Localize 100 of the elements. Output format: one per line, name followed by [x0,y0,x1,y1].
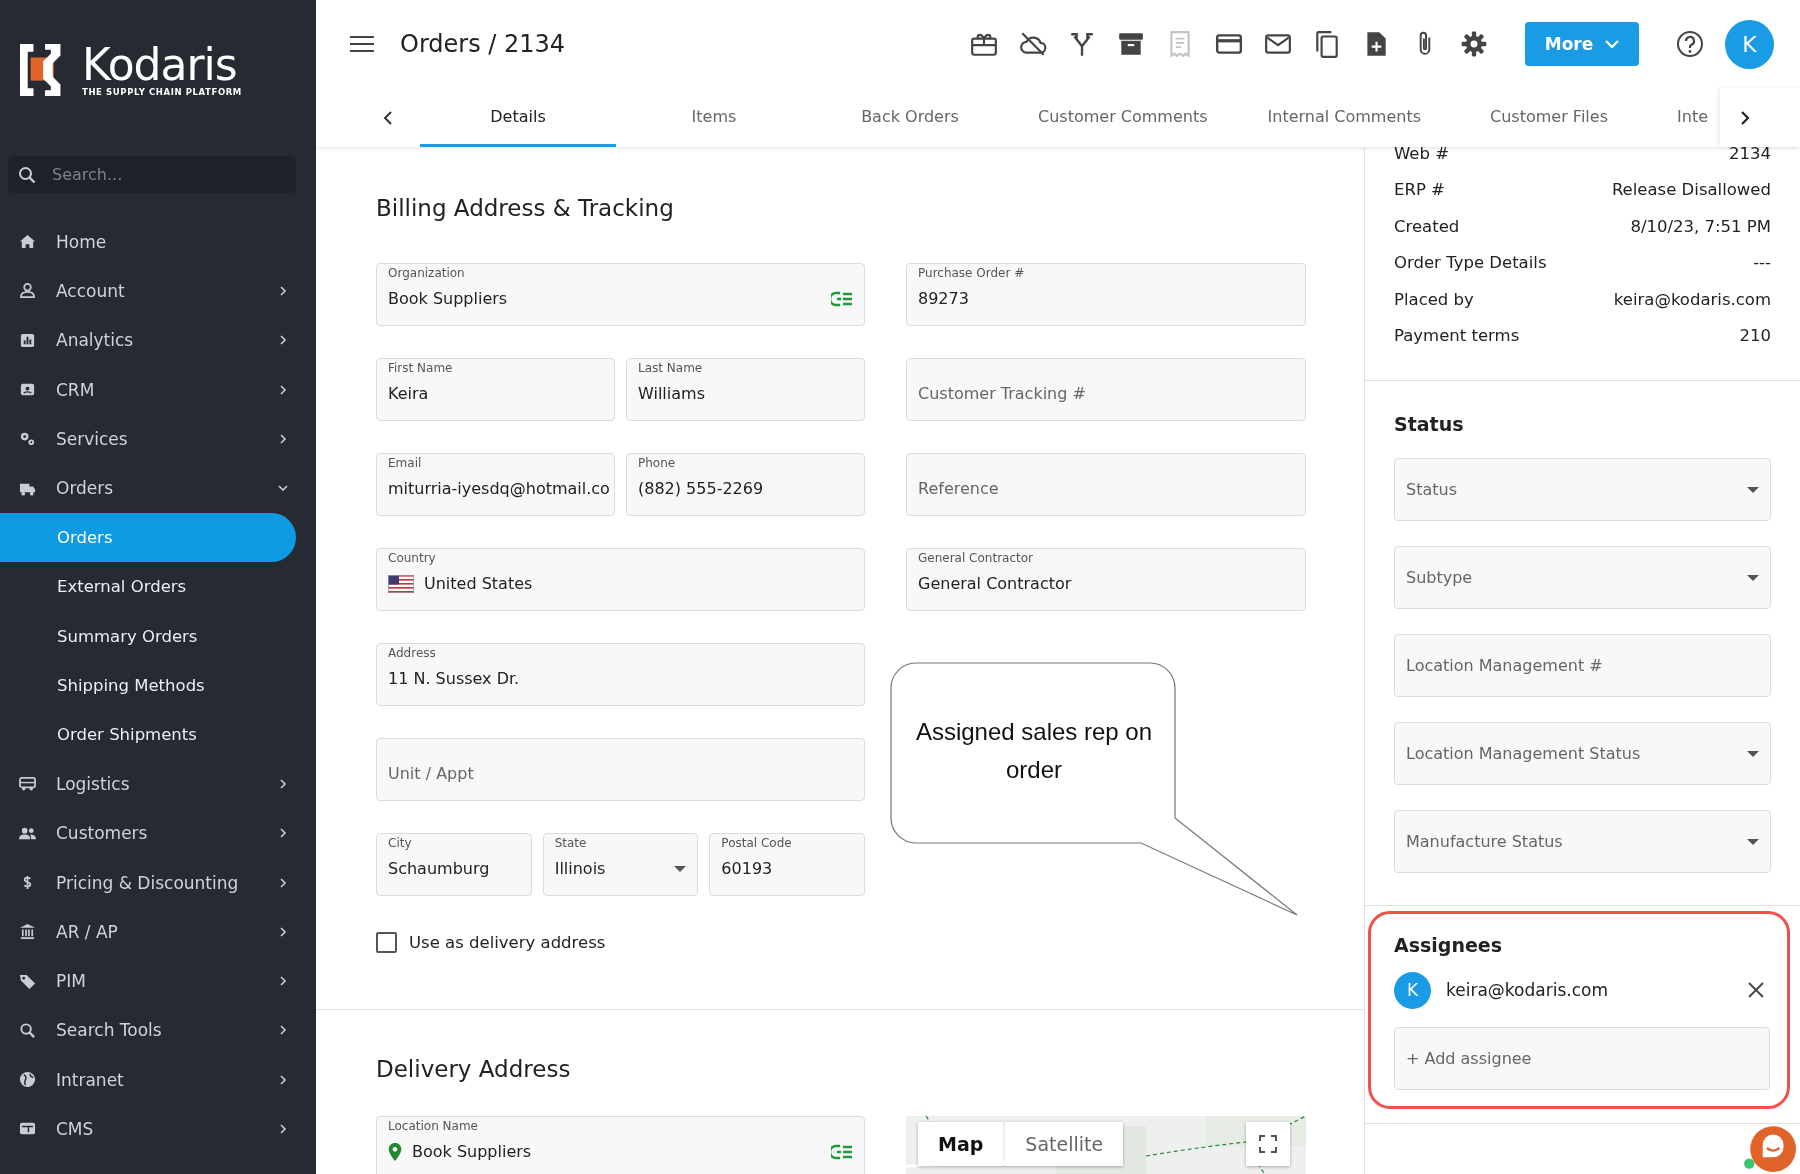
chevron-left-icon[interactable] [383,110,393,125]
caret-down-icon [1747,486,1759,493]
chevron-down-icon [1605,40,1620,48]
sidebar-item[interactable]: Analytics [0,315,316,365]
home-icon [19,233,36,251]
tab[interactable]: Details [420,88,616,147]
section-title: Status [1394,413,1465,435]
input-field[interactable]: Last Name Williams [626,358,865,421]
tag-icon [19,972,36,990]
dropdown[interactable]: State Illinois [542,833,699,896]
page-title: Orders / 2134 [400,30,566,58]
detail-value: Release Disallowed [1611,180,1771,200]
map-tab[interactable]: Satellite [1005,1122,1124,1166]
cloud-off-icon[interactable] [1019,30,1047,58]
dropdown[interactable]: Status [1394,458,1771,521]
detail-label: Created [1394,216,1460,236]
detail-label: Placed by [1394,289,1474,309]
input-field[interactable]: + Add assignee [1394,1027,1770,1090]
dropdown[interactable]: Subtype [1394,546,1771,609]
detail-value: 210 [1739,326,1771,346]
tab[interactable]: Back Orders [812,88,1008,147]
input-field[interactable]: City Schaumburg [376,833,532,896]
caret-down-icon [1747,574,1759,581]
location-pin-icon [388,1142,402,1161]
tab[interactable]: Items [616,88,812,147]
sidebar-item[interactable]: Intranet [0,1055,316,1105]
search-icon [19,1021,36,1039]
input-field[interactable]: Phone (882) 555-2269 [626,453,865,516]
input-field[interactable]: Organization Book Suppliers [376,263,865,326]
caret-down-icon [1747,838,1759,845]
gears-icon [19,430,36,448]
assignee-email: keira@kodaris.com [1446,980,1609,1000]
input-field[interactable]: Address 11 N. Sussex Dr. [376,643,865,706]
settings-icon[interactable] [1460,30,1488,58]
bar-chart-icon [19,331,36,349]
archive-icon[interactable] [1117,30,1145,58]
sidebar-item[interactable]: Services [0,414,316,464]
copy-icon[interactable] [1313,30,1341,58]
logo-tagline: THE SUPPLY CHAIN PLATFORM [82,87,242,97]
dropdown[interactable]: Manufacture Status [1394,810,1771,873]
search-field[interactable]: Search... [8,156,296,193]
sidebar-item[interactable]: AR / AP [0,907,316,957]
assignee-avatar: K [1394,971,1431,1009]
detail-value: 2134 [1729,143,1771,163]
fullscreen-icon [1259,1135,1277,1153]
bank-icon [19,923,36,941]
lookup-icon[interactable] [831,1143,853,1160]
checkbox[interactable] [376,932,397,953]
input-field[interactable]: First Name Keira [376,358,615,421]
checkbox-label[interactable]: Use as delivery address [409,933,606,952]
fullscreen-button[interactable] [1246,1122,1290,1166]
input-field[interactable]: General Contractor General Contractor [906,548,1306,611]
split-arrows-icon[interactable] [1068,30,1096,58]
chevron-right-icon [1740,110,1750,125]
detail-value: 8/10/23, 7:51 PM [1630,216,1771,236]
sidebar-subitem[interactable]: External Orders [0,562,296,612]
sidebar-subitem[interactable]: Summary Orders [0,611,296,661]
globe-icon [19,1071,36,1089]
detail-label: Payment terms [1394,326,1520,346]
input-field[interactable]: Unit / Appt [376,738,865,801]
sidebar-subitem[interactable]: Shipping Methods [0,660,296,710]
tab[interactable]: Customer Comments [1008,88,1238,147]
input-field[interactable]: Email miturria-iyesdq@hotmail.co [376,453,615,516]
flag-icon [388,574,414,593]
detail-value: --- [1753,253,1771,273]
search-icon [18,166,36,184]
sidebar-item[interactable]: Pricing & Discounting [0,857,316,908]
sidebar-item[interactable]: PIM [0,956,316,1006]
sidebar-item[interactable]: Logistics [0,759,316,809]
close-icon[interactable] [1748,982,1764,998]
menu-icon[interactable] [350,35,374,53]
sidebar-item[interactable]: CMS [0,1104,316,1154]
person-icon [19,282,36,300]
input-field[interactable]: Customer Tracking # [906,358,1306,421]
input-field[interactable]: Reference [906,453,1306,516]
help-icon[interactable] [1676,30,1704,58]
bus-icon [19,775,36,793]
map-tab[interactable]: Map [918,1122,1004,1166]
section-title: Assignees [1394,934,1504,956]
section-title: Billing Address & Tracking [376,195,675,221]
lookup-icon[interactable] [831,290,853,307]
detail-label: Order Type Details [1394,253,1547,273]
input-field[interactable]: Location Name Book Suppliers [376,1116,865,1174]
tab[interactable]: Customer Files [1451,88,1647,147]
sidebar-item[interactable]: Home [0,217,316,267]
section-title: Delivery Address [376,1056,572,1082]
caret-down-icon [1747,750,1759,757]
sidebar-item[interactable]: Customers [0,808,316,858]
input-field[interactable]: Country United States [376,548,865,611]
sidebar-subitem[interactable]: Order Shipments [0,709,296,760]
input-field[interactable]: Location Management # [1394,634,1771,697]
sidebar-item[interactable]: CRM [0,364,316,415]
dropdown[interactable]: Location Management Status [1394,722,1771,785]
input-field[interactable]: Postal Code 60193 [709,833,865,896]
tab[interactable]: Inte [1647,88,1712,147]
sidebar-item[interactable]: Orders [0,463,316,513]
callout-text: Assigned sales rep on order [914,717,1154,785]
sidebar-item[interactable]: Search Tools [0,1005,316,1056]
sidebar-item[interactable]: Account [0,266,316,316]
input-field[interactable]: Purchase Order # 89273 [906,263,1306,326]
